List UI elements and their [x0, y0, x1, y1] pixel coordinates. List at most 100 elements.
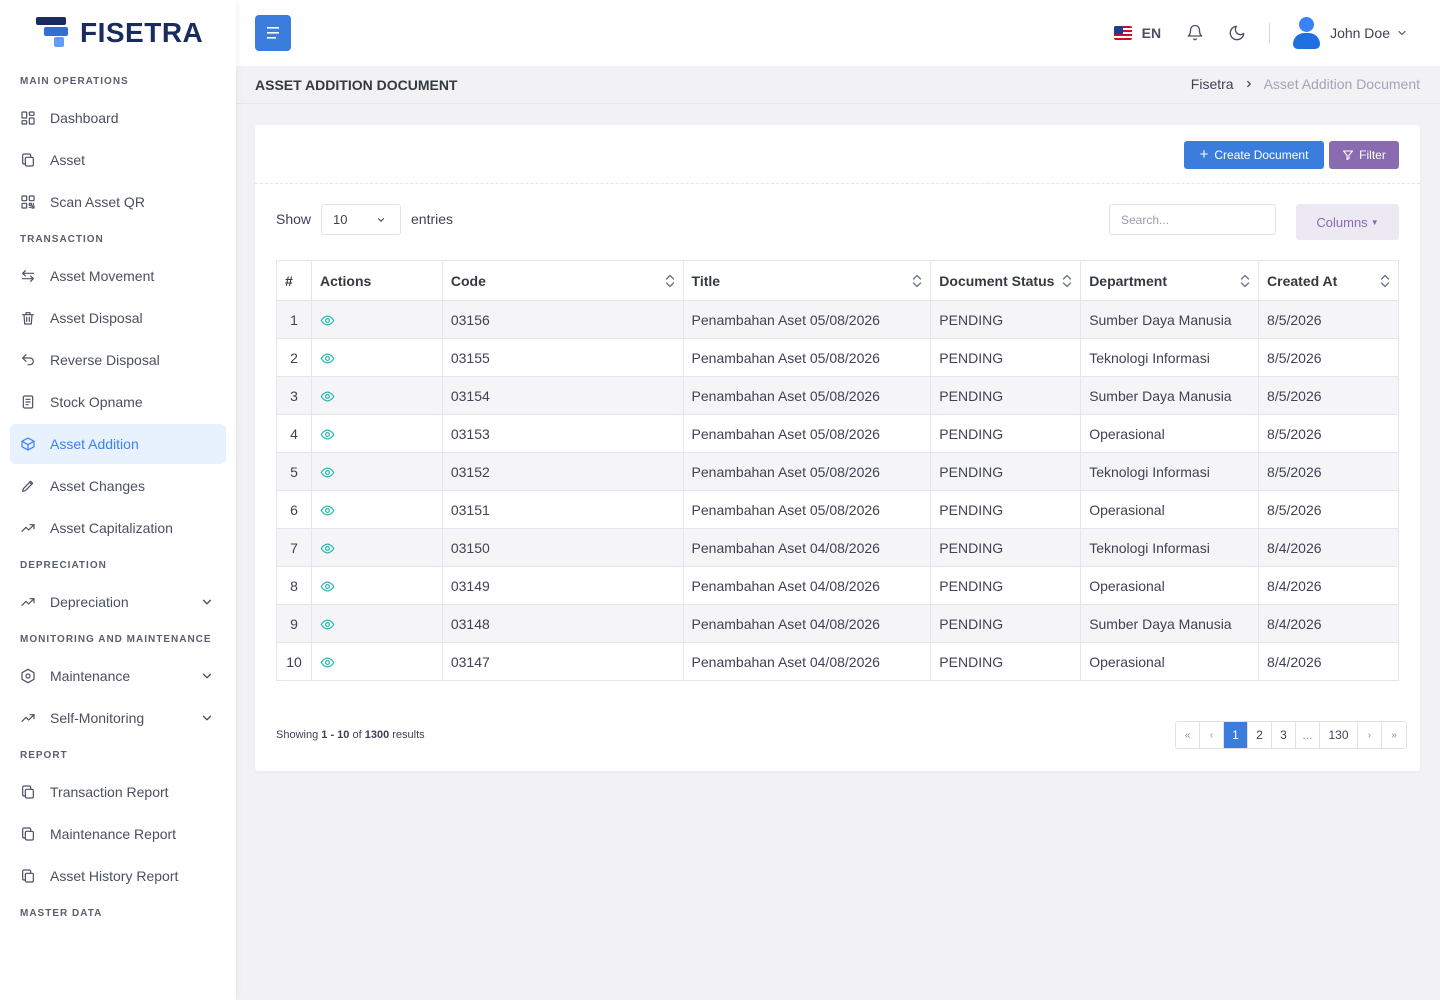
- sidebar-item-asset-history-report[interactable]: Asset History Report: [10, 856, 226, 896]
- cell-code: 03148: [441, 604, 684, 643]
- col-header-document-status[interactable]: Document Status: [930, 260, 1082, 301]
- cell-department: Teknologi Informasi: [1080, 452, 1260, 491]
- cell-code: 03149: [441, 566, 684, 605]
- sidebar-item-asset-addition[interactable]: Asset Addition: [10, 424, 226, 464]
- chevron-down-icon[interactable]: [1396, 27, 1408, 39]
- eye-icon[interactable]: [320, 503, 335, 518]
- create-document-button[interactable]: + Create Document: [1184, 141, 1324, 169]
- sidebar-item-label: Depreciation: [50, 594, 129, 610]
- sidebar-item-depreciation[interactable]: Depreciation: [10, 582, 226, 622]
- table-row[interactable]: 7 03150 Penambahan Aset 04/08/2026 PENDING T…: [276, 528, 1399, 567]
- row-number: 1: [276, 300, 312, 339]
- cell-code: 03152: [441, 452, 684, 491]
- sidebar-item-label: Transaction Report: [50, 784, 169, 800]
- eye-icon[interactable]: [320, 655, 335, 670]
- sidebar-item-asset-changes[interactable]: Asset Changes: [10, 466, 226, 506]
- table-row[interactable]: 5 03152 Penambahan Aset 05/08/2026 PENDING T…: [276, 452, 1399, 491]
- sort-icon[interactable]: [1380, 273, 1390, 289]
- sidebar-item-scan-asset-qr[interactable]: Scan Asset QR: [10, 182, 226, 222]
- user-avatar[interactable]: [1292, 17, 1321, 49]
- logo-mark-icon: [36, 15, 74, 51]
- table-row[interactable]: 2 03155 Penambahan Aset 05/08/2026 PENDING T…: [276, 338, 1399, 377]
- sidebar-item-asset-movement[interactable]: Asset Movement: [10, 256, 226, 296]
- page-button-last[interactable]: 130: [1320, 722, 1358, 748]
- cell-code: 03156: [441, 300, 684, 339]
- sidebar-item-label: Asset Changes: [50, 478, 145, 494]
- bell-icon[interactable]: [1185, 23, 1205, 43]
- row-actions: [310, 452, 443, 491]
- col-header-number: #: [276, 260, 312, 301]
- results-summary: Showing 1 - 10 of 1300 results: [276, 729, 425, 741]
- table-row[interactable]: 1 03156 Penambahan Aset 05/08/2026 PENDING S…: [276, 300, 1399, 339]
- sidebar-item-asset-disposal[interactable]: Asset Disposal: [10, 298, 226, 338]
- eye-icon[interactable]: [320, 465, 335, 480]
- eye-icon[interactable]: [320, 617, 335, 632]
- cell-department: Teknologi Informasi: [1080, 528, 1260, 567]
- search-input[interactable]: [1109, 204, 1276, 235]
- undo-icon: [20, 352, 36, 368]
- sort-icon[interactable]: [1240, 273, 1250, 289]
- next-page-button[interactable]: ›: [1358, 722, 1382, 748]
- table-row[interactable]: 3 03154 Penambahan Aset 05/08/2026 PENDING S…: [276, 376, 1399, 415]
- sidebar-item-maintenance-report[interactable]: Maintenance Report: [10, 814, 226, 854]
- cell-department: Teknologi Informasi: [1080, 338, 1260, 377]
- sidebar-item-dashboard[interactable]: Dashboard: [10, 98, 226, 138]
- chevron-down-icon: [200, 595, 214, 609]
- table-row[interactable]: 10 03147 Penambahan Aset 04/08/2026 PENDING…: [276, 642, 1399, 681]
- sort-icon[interactable]: [912, 273, 922, 289]
- chevron-down-icon: [200, 711, 214, 725]
- breadcrumb-home-link[interactable]: Fisetra: [1191, 76, 1234, 92]
- moon-icon[interactable]: [1227, 23, 1247, 43]
- eye-icon[interactable]: [320, 389, 335, 404]
- table-row[interactable]: 4 03153 Penambahan Aset 05/08/2026 PENDING O…: [276, 414, 1399, 453]
- prev-page-button[interactable]: ‹: [1200, 722, 1224, 748]
- cell-status: PENDING: [930, 642, 1082, 681]
- sidebar-item-maintenance[interactable]: Maintenance: [10, 656, 226, 696]
- entries-select[interactable]: 10: [321, 204, 401, 235]
- columns-button[interactable]: Columns ▼: [1296, 204, 1399, 240]
- eye-icon[interactable]: [320, 313, 335, 328]
- app-logo[interactable]: FISETRA: [0, 0, 236, 66]
- sort-icon[interactable]: [665, 273, 675, 289]
- table-row[interactable]: 8 03149 Penambahan Aset 04/08/2026 PENDING O…: [276, 566, 1399, 605]
- us-flag-icon[interactable]: [1113, 26, 1132, 40]
- col-header-department[interactable]: Department: [1080, 260, 1260, 301]
- sidebar-item-reverse-disposal[interactable]: Reverse Disposal: [10, 340, 226, 380]
- eye-icon[interactable]: [320, 427, 335, 442]
- col-header-title[interactable]: Title: [682, 260, 932, 301]
- sidebar-item-asset-capitalization[interactable]: Asset Capitalization: [10, 508, 226, 548]
- eye-icon[interactable]: [320, 351, 335, 366]
- sort-icon[interactable]: [1062, 273, 1072, 289]
- page-title: ASSET ADDITION DOCUMENT: [255, 77, 458, 93]
- trend-up-icon: [20, 594, 36, 610]
- cell-title: Penambahan Aset 05/08/2026: [682, 414, 932, 453]
- showing-range: 1 - 10: [321, 729, 350, 741]
- user-name[interactable]: John Doe: [1330, 25, 1390, 41]
- language-selector[interactable]: EN: [1142, 25, 1161, 41]
- filter-button[interactable]: Filter: [1329, 141, 1399, 169]
- sidebar-item-label: Asset History Report: [50, 868, 179, 884]
- col-header-created-at[interactable]: Created At: [1258, 260, 1399, 301]
- table-row[interactable]: 9 03148 Penambahan Aset 04/08/2026 PENDING S…: [276, 604, 1399, 643]
- table-body: 1 03156 Penambahan Aset 05/08/2026 PENDING S…: [276, 300, 1399, 681]
- page-button-1[interactable]: 1: [1224, 722, 1248, 748]
- first-page-button[interactable]: «: [1176, 722, 1200, 748]
- sidebar-item-transaction-report[interactable]: Transaction Report: [10, 772, 226, 812]
- cell-title: Penambahan Aset 04/08/2026: [682, 566, 932, 605]
- page-header: ASSET ADDITION DOCUMENT Fisetra Asset Ad…: [236, 66, 1440, 104]
- page-button-2[interactable]: 2: [1248, 722, 1272, 748]
- col-header-label: Document Status: [939, 272, 1055, 289]
- topbar: EN John Doe: [236, 0, 1440, 66]
- page-button-3[interactable]: 3: [1272, 722, 1296, 748]
- menu-toggle-button[interactable]: [255, 15, 291, 51]
- eye-icon[interactable]: [320, 541, 335, 556]
- sidebar-item-label: Maintenance: [50, 668, 131, 684]
- last-page-button[interactable]: »: [1382, 722, 1406, 748]
- sidebar-item-self-monitoring[interactable]: Self-Monitoring: [10, 698, 226, 738]
- sidebar-item-asset[interactable]: Asset: [10, 140, 226, 180]
- cell-title: Penambahan Aset 04/08/2026: [682, 528, 932, 567]
- table-row[interactable]: 6 03151 Penambahan Aset 05/08/2026 PENDING O…: [276, 490, 1399, 529]
- eye-icon[interactable]: [320, 579, 335, 594]
- col-header-code[interactable]: Code: [441, 260, 684, 301]
- sidebar-item-stock-opname[interactable]: Stock Opname: [10, 382, 226, 422]
